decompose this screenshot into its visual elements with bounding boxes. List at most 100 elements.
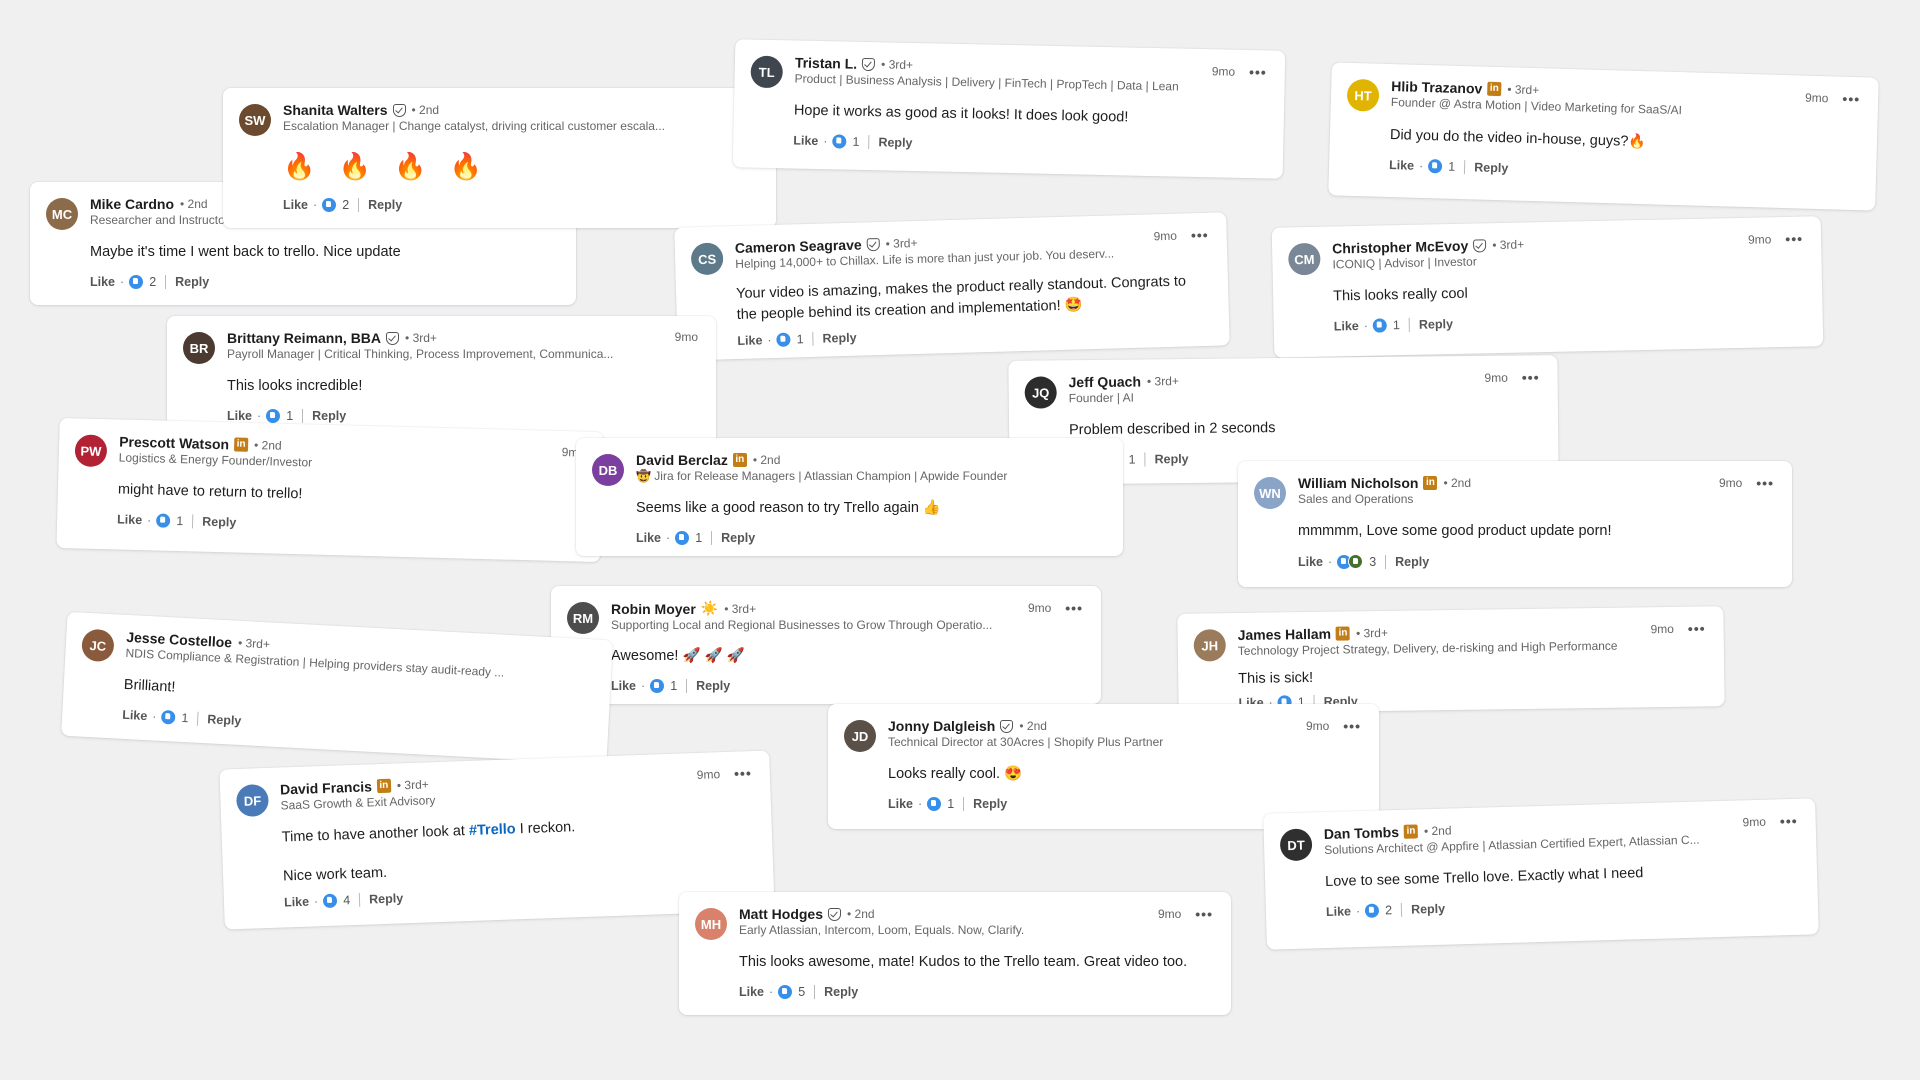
reaction-count[interactable]: 5 [798,985,805,999]
avatar[interactable]: TL [750,55,784,89]
avatar[interactable]: BR [183,332,215,364]
reply-button[interactable]: Reply [175,275,209,289]
commenter-name[interactable]: Prescott Watson [119,433,229,452]
reply-button[interactable]: Reply [369,891,404,906]
commenter-name[interactable]: Tristan L. [795,55,858,72]
reaction-count[interactable]: 1 [181,711,189,725]
more-options-icon[interactable]: ••• [1191,227,1209,243]
commenter-name[interactable]: Matt Hodges [739,906,823,922]
reaction-count[interactable]: 1 [670,679,677,693]
avatar[interactable]: WN [1254,477,1286,509]
commenter-name[interactable]: David Berclaz [636,452,728,468]
like-button[interactable]: Like [283,198,308,212]
reply-button[interactable]: Reply [312,409,346,423]
reaction-count[interactable]: 2 [149,275,156,289]
reply-button[interactable]: Reply [1411,902,1445,917]
avatar[interactable]: JC [81,628,115,663]
commenter-name[interactable]: Jonny Dalgleish [888,718,995,734]
reply-button[interactable]: Reply [721,531,755,545]
like-button[interactable]: Like [90,275,115,289]
reaction-count[interactable]: 1 [1448,160,1455,174]
more-options-icon[interactable]: ••• [1195,906,1213,922]
reaction-count[interactable]: 2 [1385,903,1392,917]
reply-button[interactable]: Reply [207,712,242,728]
more-options-icon[interactable]: ••• [1842,91,1860,107]
more-options-icon[interactable]: ••• [1249,64,1267,80]
more-options-icon[interactable]: ••• [1343,718,1361,734]
like-button[interactable]: Like [284,895,309,910]
like-button[interactable]: Like [1326,904,1351,919]
more-options-icon[interactable]: ••• [1522,369,1540,385]
like-button[interactable]: Like [227,409,252,423]
reply-button[interactable]: Reply [824,985,858,999]
like-button[interactable]: Like [739,985,764,999]
avatar[interactable]: SW [239,104,271,136]
comment-text: This looks incredible! [227,378,363,394]
commenter-name[interactable]: David Francis [280,778,372,797]
like-button[interactable]: Like [1298,555,1323,569]
like-button[interactable]: Like [793,134,818,149]
like-button[interactable]: Like [1334,319,1359,334]
more-options-icon[interactable]: ••• [1688,620,1706,636]
commenter-name[interactable]: James Hallam [1238,626,1332,643]
avatar[interactable]: DT [1279,828,1313,862]
reaction-count[interactable]: 1 [1393,318,1400,332]
commenter-name[interactable]: Robin Moyer [611,601,696,617]
more-options-icon[interactable]: ••• [1756,475,1774,491]
commenter-name[interactable]: Brittany Reimann, BBA [227,330,381,346]
hashtag-link[interactable]: #Trello [469,821,516,839]
like-button[interactable]: Like [117,512,142,527]
like-button[interactable]: Like [636,531,661,545]
reaction-count[interactable]: 3 [1369,555,1376,569]
avatar[interactable]: DB [592,454,624,486]
commenter-name[interactable]: Jeff Quach [1069,373,1142,390]
like-button[interactable]: Like [122,708,148,723]
more-options-icon[interactable]: ••• [1065,600,1083,616]
like-button[interactable]: Like [611,679,636,693]
like-button[interactable]: Like [737,333,762,348]
reaction-count[interactable]: 1 [286,409,293,423]
reply-button[interactable]: Reply [1474,160,1508,175]
reply-button[interactable]: Reply [202,515,236,530]
commenter-name[interactable]: Shanita Walters [283,102,388,118]
comment-text: Looks really cool. 😍 [888,766,1023,782]
avatar[interactable]: MC [46,198,78,230]
reaction-count[interactable]: 2 [342,198,349,212]
commenter-name[interactable]: William Nicholson [1298,475,1418,491]
reaction-count[interactable]: 1 [947,797,954,811]
avatar[interactable]: JH [1193,629,1226,662]
reply-button[interactable]: Reply [822,331,856,346]
avatar[interactable]: CS [690,242,724,276]
reply-button[interactable]: Reply [696,679,730,693]
avatar[interactable]: PW [74,434,108,468]
more-options-icon[interactable]: ••• [1780,813,1798,829]
avatar[interactable]: DF [235,783,270,818]
avatar[interactable]: HT [1346,78,1380,112]
commenter-name[interactable]: Dan Tombs [1324,824,1400,842]
avatar[interactable]: JD [844,720,876,752]
reaction-count[interactable]: 1 [796,332,803,346]
more-options-icon[interactable]: ••• [734,765,752,782]
avatar[interactable]: CM [1288,242,1321,276]
like-button[interactable]: Like [1389,158,1414,173]
reaction-count[interactable]: 1 [1129,453,1136,467]
commenter-name[interactable]: Christopher McEvoy [1332,238,1468,257]
reaction-count[interactable]: 1 [176,514,183,528]
reply-button[interactable]: Reply [878,135,912,150]
avatar[interactable]: RM [567,602,599,634]
like-button[interactable]: Like [888,797,913,811]
more-options-icon[interactable]: ••• [1785,231,1803,247]
reaction-count[interactable]: 1 [695,531,702,545]
reply-button[interactable]: Reply [973,797,1007,811]
reaction-count[interactable]: 4 [343,893,350,907]
connection-degree: • 3rd+ [724,601,757,616]
commenter-name[interactable]: Mike Cardno [90,196,174,212]
avatar[interactable]: JQ [1024,376,1057,409]
reply-button[interactable]: Reply [1154,452,1188,466]
reply-button[interactable]: Reply [1419,317,1453,332]
reply-button[interactable]: Reply [368,198,402,212]
commenter-name[interactable]: Hlib Trazanov [1391,78,1482,97]
reply-button[interactable]: Reply [1395,555,1429,569]
reaction-count[interactable]: 1 [852,135,859,149]
avatar[interactable]: MH [695,908,727,940]
